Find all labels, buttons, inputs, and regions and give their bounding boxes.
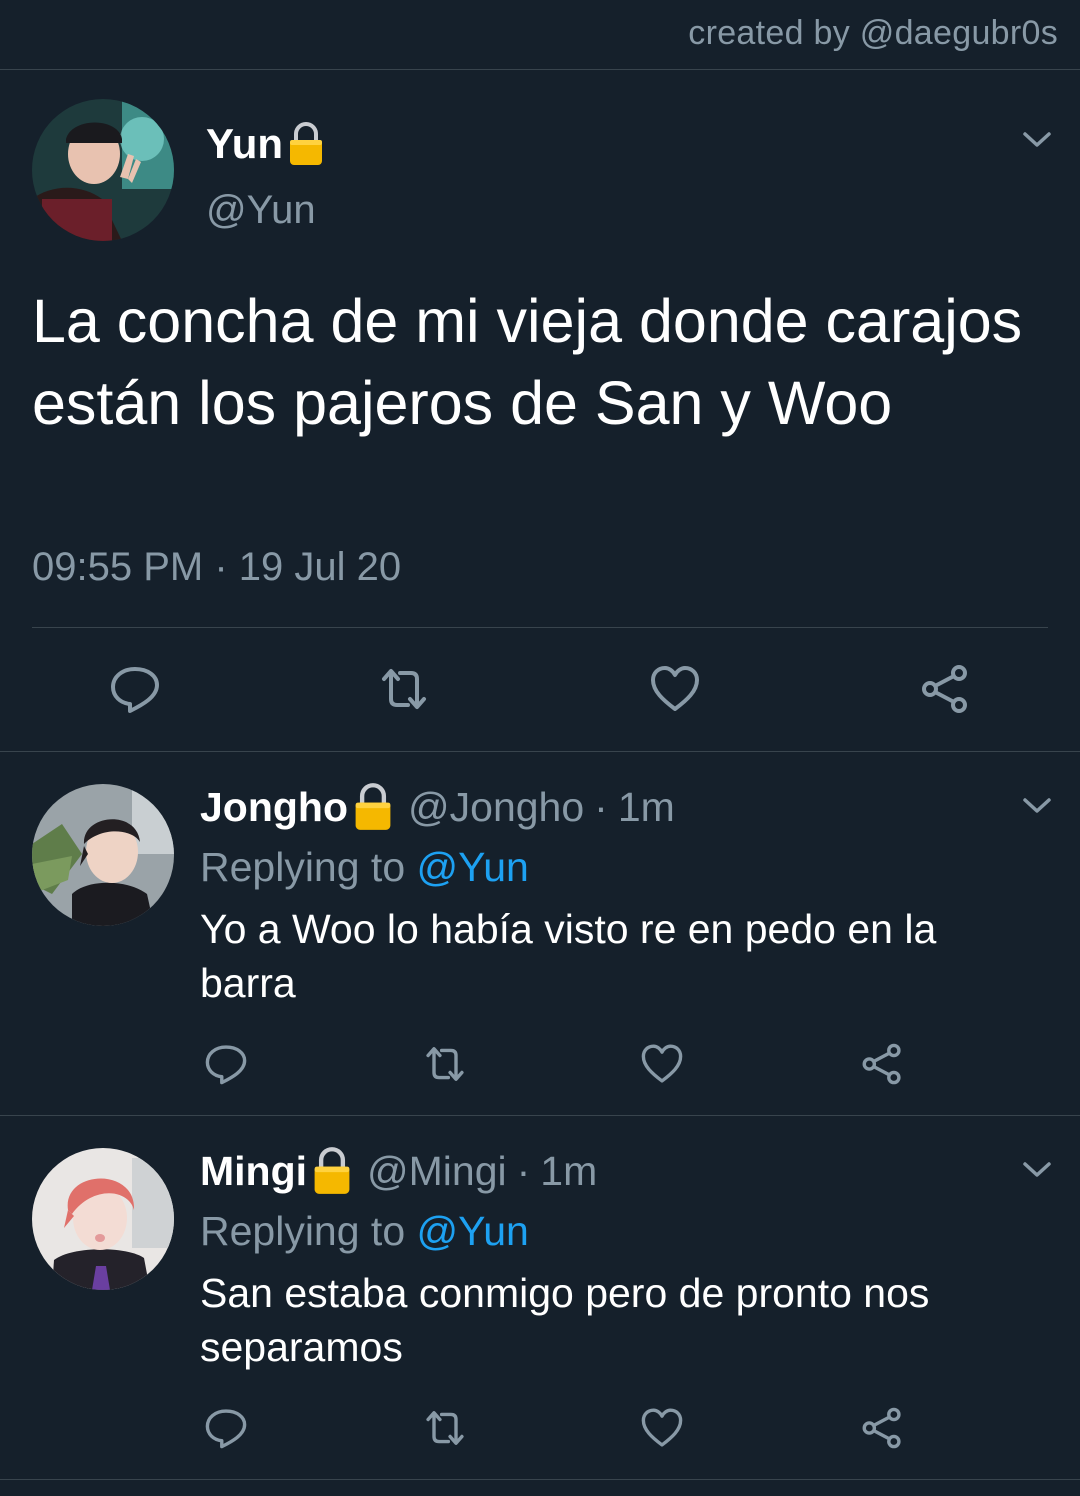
reply-icon[interactable]: [109, 663, 161, 715]
share-icon[interactable]: [919, 663, 971, 715]
replying-to: Replying to @Yun: [200, 844, 529, 891]
like-icon[interactable]: [640, 1406, 684, 1450]
retweet-icon[interactable]: [423, 1406, 467, 1450]
reply-text: San estaba conmigo pero de pronto nos se…: [200, 1270, 930, 1370]
main-tweet: Yun @Yun La concha de mi vieja donde car…: [0, 70, 1080, 752]
share-icon[interactable]: [860, 1042, 904, 1086]
reply-tweet: Mingi @Mingi · 1m Replying to @Yun San e…: [0, 1116, 1080, 1480]
reply-tweet: Jongho @Jongho · 1m Replying to @Yun Yo …: [0, 752, 1080, 1116]
like-icon[interactable]: [640, 1042, 684, 1086]
reply-age: 1m: [540, 1147, 598, 1194]
replying-label: Replying to: [200, 1208, 406, 1254]
reply-header: Mingi @Mingi · 1m: [200, 1146, 597, 1196]
chevron-down-icon[interactable]: [1022, 1160, 1052, 1180]
author-handle[interactable]: @Jongho: [408, 784, 584, 831]
meta-separator: ·: [214, 545, 228, 589]
avatar[interactable]: [32, 784, 174, 926]
lock-icon: [287, 121, 325, 167]
author-handle[interactable]: @Mingi: [367, 1148, 507, 1195]
tweet-date: 19 Jul 20: [238, 545, 402, 589]
reply-text: Yo a Woo lo había visto re en pedo en la…: [200, 906, 937, 1006]
like-icon[interactable]: [649, 663, 701, 715]
author-handle[interactable]: @Yun: [206, 188, 316, 233]
avatar[interactable]: [32, 1148, 174, 1290]
meta-separator: ·: [594, 783, 608, 830]
author-name-row[interactable]: Yun: [206, 120, 325, 168]
author-name[interactable]: Yun: [206, 120, 283, 168]
chevron-down-icon[interactable]: [1022, 130, 1052, 150]
lock-icon: [352, 782, 394, 832]
mention-link[interactable]: @Yun: [417, 1208, 529, 1254]
creator-credit: created by @daegubr0s: [688, 14, 1058, 52]
share-icon[interactable]: [860, 1406, 904, 1450]
tweet-time: 09:55 PM: [32, 545, 204, 589]
lock-icon: [311, 1146, 353, 1196]
reply-header: Jongho @Jongho · 1m: [200, 782, 675, 832]
tweet-text: La concha de mi vieja donde carajos está…: [32, 287, 1023, 437]
mention-link[interactable]: @Yun: [417, 844, 529, 890]
avatar[interactable]: [32, 99, 174, 241]
reply-icon[interactable]: [204, 1406, 248, 1450]
author-name[interactable]: Mingi: [200, 1148, 307, 1195]
retweet-icon[interactable]: [423, 1042, 467, 1086]
reply-age: 1m: [617, 783, 675, 830]
replying-label: Replying to: [200, 844, 406, 890]
meta-separator: ·: [516, 1147, 531, 1194]
chevron-down-icon[interactable]: [1022, 796, 1052, 816]
reply-icon[interactable]: [204, 1042, 248, 1086]
retweet-icon[interactable]: [378, 663, 430, 715]
replying-to: Replying to @Yun: [200, 1208, 529, 1255]
author-name[interactable]: Jongho: [200, 784, 348, 831]
divider: [32, 627, 1048, 628]
tweet-timestamp: 09:55 PM · 19 Jul 20: [32, 545, 401, 590]
